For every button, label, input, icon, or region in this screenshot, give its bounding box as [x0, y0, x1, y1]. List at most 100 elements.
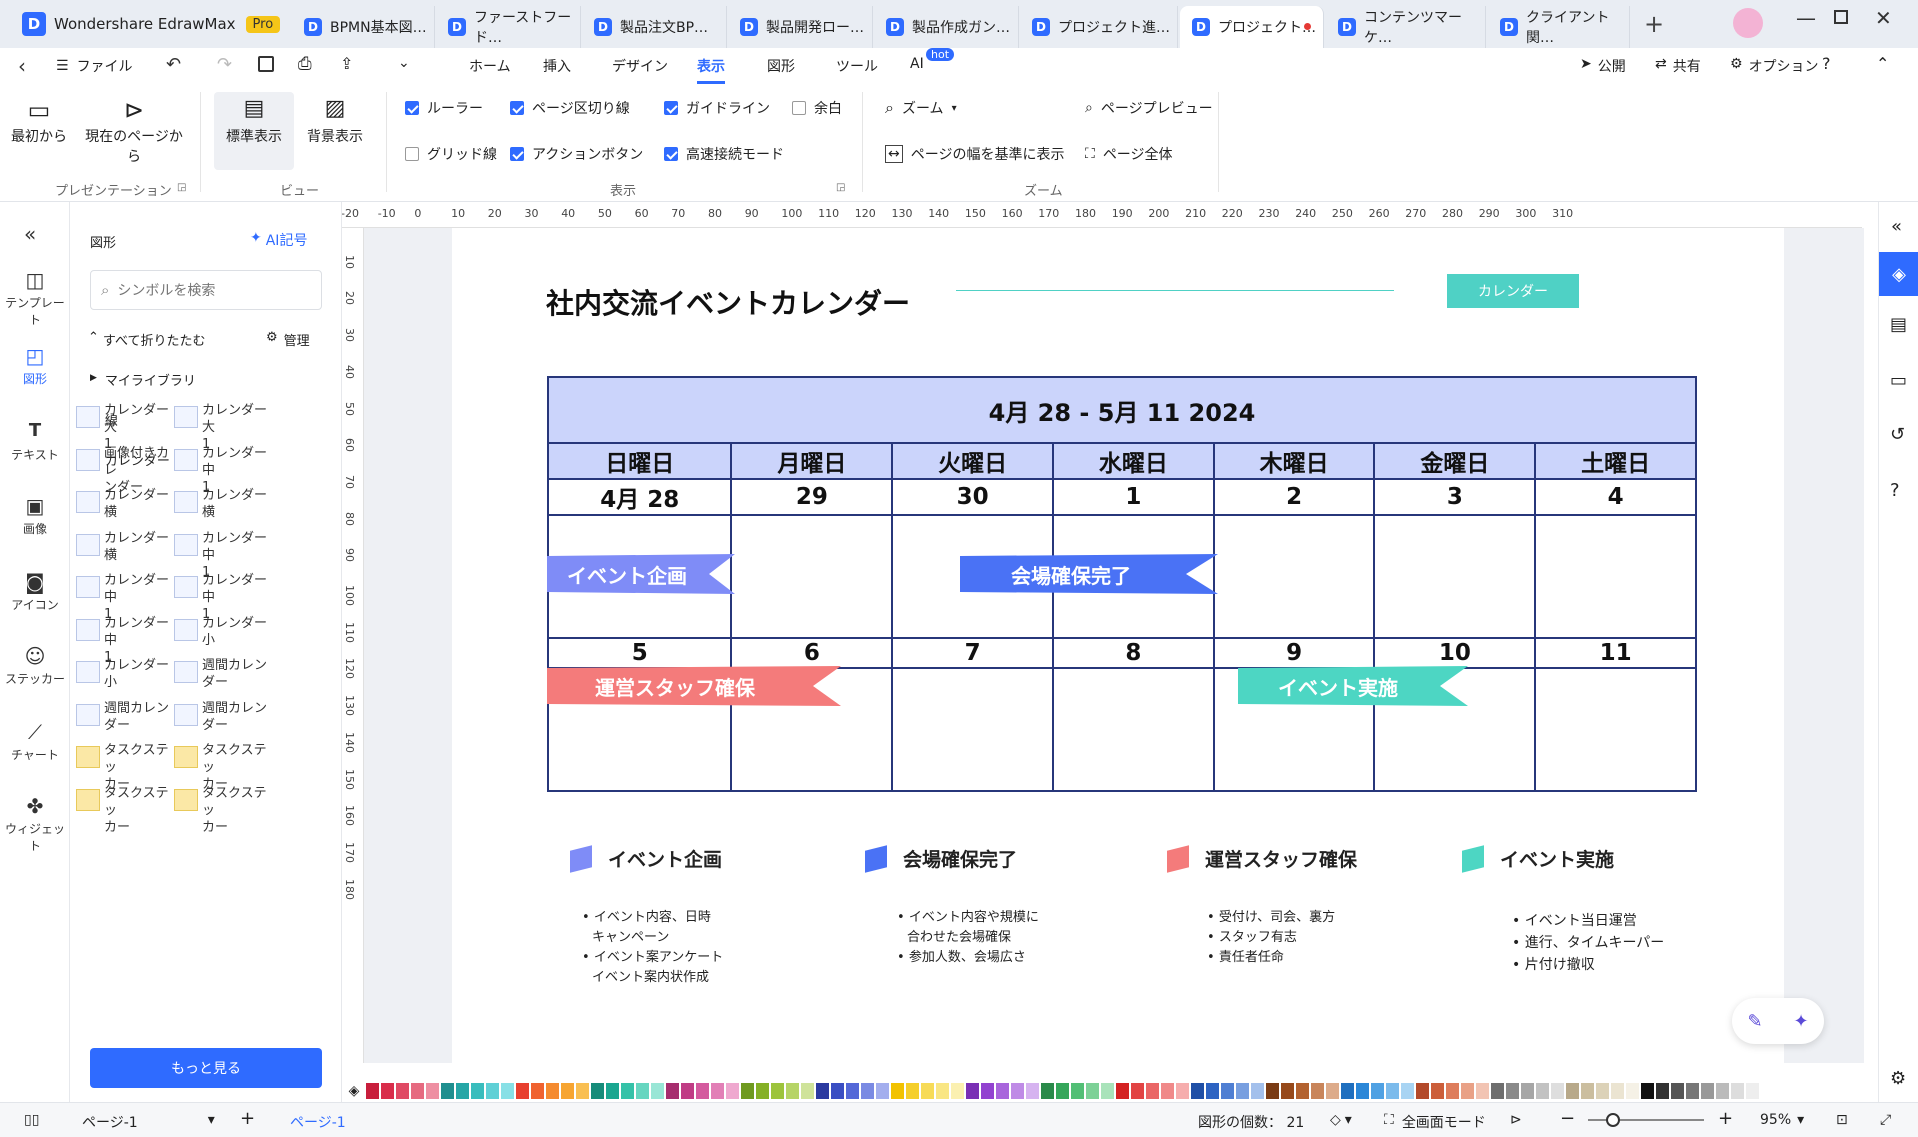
- expand-panel-icon[interactable]: «: [1891, 216, 1902, 237]
- color-swatch[interactable]: [1326, 1083, 1339, 1099]
- color-swatch[interactable]: [1641, 1083, 1654, 1099]
- publish-button[interactable]: ➤ 公開: [1580, 56, 1626, 76]
- presentation-icon[interactable]: ▭: [1890, 370, 1907, 391]
- color-swatch[interactable]: [906, 1083, 919, 1099]
- zoom-dropdown[interactable]: ⌕ ズーム ▾: [885, 98, 957, 118]
- date-cell[interactable]: 1: [1051, 478, 1215, 516]
- doc-title[interactable]: 社内交流イベントカレンダー: [546, 282, 910, 322]
- color-swatch[interactable]: [606, 1083, 619, 1099]
- color-swatch[interactable]: [681, 1083, 694, 1099]
- color-swatch[interactable]: [1056, 1083, 1069, 1099]
- legend-notes-planning[interactable]: • イベント内容、日時 キャンペーン • イベント案アンケート イベント案内状作…: [582, 908, 723, 988]
- color-swatch[interactable]: [1176, 1083, 1189, 1099]
- checkbox-checked[interactable]: [510, 147, 524, 161]
- color-swatch[interactable]: [666, 1083, 679, 1099]
- menu-shape[interactable]: 図形: [767, 56, 795, 76]
- help-circle-icon[interactable]: ?: [1890, 480, 1900, 501]
- color-swatch[interactable]: [381, 1083, 394, 1099]
- color-swatch[interactable]: [621, 1083, 634, 1099]
- day-body-cell[interactable]: [891, 667, 1054, 792]
- color-swatch[interactable]: [1446, 1083, 1459, 1099]
- color-swatch[interactable]: [516, 1083, 529, 1099]
- color-swatch[interactable]: [876, 1083, 889, 1099]
- legend-notes-staff[interactable]: • 受付け、司会、裏方 • スタッフ有志 • 責任者任命: [1207, 908, 1335, 968]
- color-swatch[interactable]: [1116, 1083, 1129, 1099]
- checkbox-unchecked[interactable]: [405, 147, 419, 161]
- color-swatch[interactable]: [1146, 1083, 1159, 1099]
- color-swatch[interactable]: [1731, 1083, 1744, 1099]
- color-swatch[interactable]: [1026, 1083, 1039, 1099]
- tab-5[interactable]: D 製品作成ガン…: [874, 6, 1019, 48]
- color-swatch[interactable]: [1551, 1083, 1564, 1099]
- color-swatch[interactable]: [756, 1083, 769, 1099]
- day-body-cell[interactable]: [1373, 514, 1537, 639]
- color-swatch[interactable]: [1071, 1083, 1084, 1099]
- color-swatch[interactable]: [456, 1083, 469, 1099]
- save-icon[interactable]: [258, 56, 274, 72]
- day-body-cell[interactable]: [730, 514, 894, 639]
- shape-item[interactable]: カレンダー小: [76, 657, 172, 697]
- color-swatch[interactable]: [726, 1083, 739, 1099]
- redo-icon[interactable]: ↷: [217, 54, 232, 75]
- options-button[interactable]: ⚙ オプション: [1730, 56, 1819, 76]
- magic-wand-icon[interactable]: ✎: [1747, 1011, 1762, 1032]
- event-banner-planning[interactable]: イベント企画: [547, 554, 735, 594]
- symbol-search-input[interactable]: [117, 282, 298, 298]
- tab-2[interactable]: D ファーストフード…: [436, 6, 581, 48]
- background-view-button[interactable]: ▨ 背景表示: [300, 96, 370, 146]
- manage-button[interactable]: ⚙ 管理: [266, 330, 310, 349]
- date-cell[interactable]: 5: [546, 637, 733, 669]
- undo-icon[interactable]: ↶: [166, 54, 181, 75]
- page-select[interactable]: ページ-1 ▾: [82, 1112, 215, 1132]
- event-banner-execution[interactable]: イベント実施: [1238, 666, 1468, 706]
- ai-symbol-button[interactable]: ✦ AI記号: [250, 230, 307, 250]
- weekday-cell[interactable]: 土曜日: [1534, 442, 1697, 480]
- nav-chart[interactable]: ⟋ チャート: [0, 720, 70, 763]
- tab-4[interactable]: D 製品開発ロー…: [728, 6, 873, 48]
- date-cell[interactable]: 2: [1212, 478, 1376, 516]
- paint-bucket-icon[interactable]: ◈: [342, 1083, 366, 1099]
- color-swatch[interactable]: [1416, 1083, 1429, 1099]
- date-cell[interactable]: 9: [1212, 637, 1376, 669]
- color-swatch[interactable]: [1626, 1083, 1639, 1099]
- date-cell[interactable]: 10: [1373, 637, 1537, 669]
- color-swatch[interactable]: [1701, 1083, 1714, 1099]
- color-swatch[interactable]: [1506, 1083, 1519, 1099]
- tab-3[interactable]: D 製品注文BP…: [582, 6, 727, 48]
- color-swatch[interactable]: [411, 1083, 424, 1099]
- file-menu[interactable]: ☰ ファイル: [56, 56, 133, 76]
- legend-notes-venue[interactable]: • イベント内容や規模に 合わせた会場確保 • 参加人数、会場広さ: [897, 908, 1039, 968]
- legend-staff[interactable]: 運営スタッフ確保: [1167, 844, 1357, 873]
- color-swatch[interactable]: [831, 1083, 844, 1099]
- fullscreen-button[interactable]: ⛶ 全画面モード: [1384, 1112, 1486, 1132]
- shape-item[interactable]: タスクステッ カー: [174, 785, 270, 835]
- weekday-cell[interactable]: 日曜日: [546, 442, 733, 480]
- legend-venue[interactable]: 会場確保完了: [865, 844, 1017, 873]
- color-swatch[interactable]: [966, 1083, 979, 1099]
- add-page-icon[interactable]: +: [240, 1108, 255, 1129]
- back-arrow-icon[interactable]: ‹: [18, 54, 26, 78]
- color-swatch[interactable]: [1296, 1083, 1309, 1099]
- menu-tools[interactable]: ツール: [836, 56, 878, 76]
- print-icon[interactable]: ⎙: [298, 54, 312, 74]
- color-swatch[interactable]: [711, 1083, 724, 1099]
- shape-item[interactable]: カレンダー横: [76, 530, 172, 570]
- color-swatch[interactable]: [1746, 1083, 1759, 1099]
- legend-planning[interactable]: イベント企画: [570, 844, 722, 873]
- play-icon[interactable]: ⊳: [1510, 1112, 1522, 1128]
- color-swatch[interactable]: [576, 1083, 589, 1099]
- event-banner-staff[interactable]: 運営スタッフ確保: [547, 666, 841, 706]
- menu-design[interactable]: デザイン: [612, 56, 668, 76]
- page-layout-icon[interactable]: ▯▯: [24, 1112, 39, 1128]
- color-swatch[interactable]: [591, 1083, 604, 1099]
- color-swatch[interactable]: [486, 1083, 499, 1099]
- color-swatch[interactable]: [951, 1083, 964, 1099]
- checkbox-checked[interactable]: [664, 147, 678, 161]
- nav-widget[interactable]: ✤ ウィジェット: [0, 794, 70, 854]
- checkbox-checked[interactable]: [510, 101, 524, 115]
- more-button[interactable]: もっと見る: [90, 1048, 322, 1088]
- color-swatch[interactable]: [1041, 1083, 1054, 1099]
- color-swatch[interactable]: [801, 1083, 814, 1099]
- tab-8[interactable]: D コンテンツマーケ…: [1326, 6, 1486, 48]
- color-swatch[interactable]: [1566, 1083, 1579, 1099]
